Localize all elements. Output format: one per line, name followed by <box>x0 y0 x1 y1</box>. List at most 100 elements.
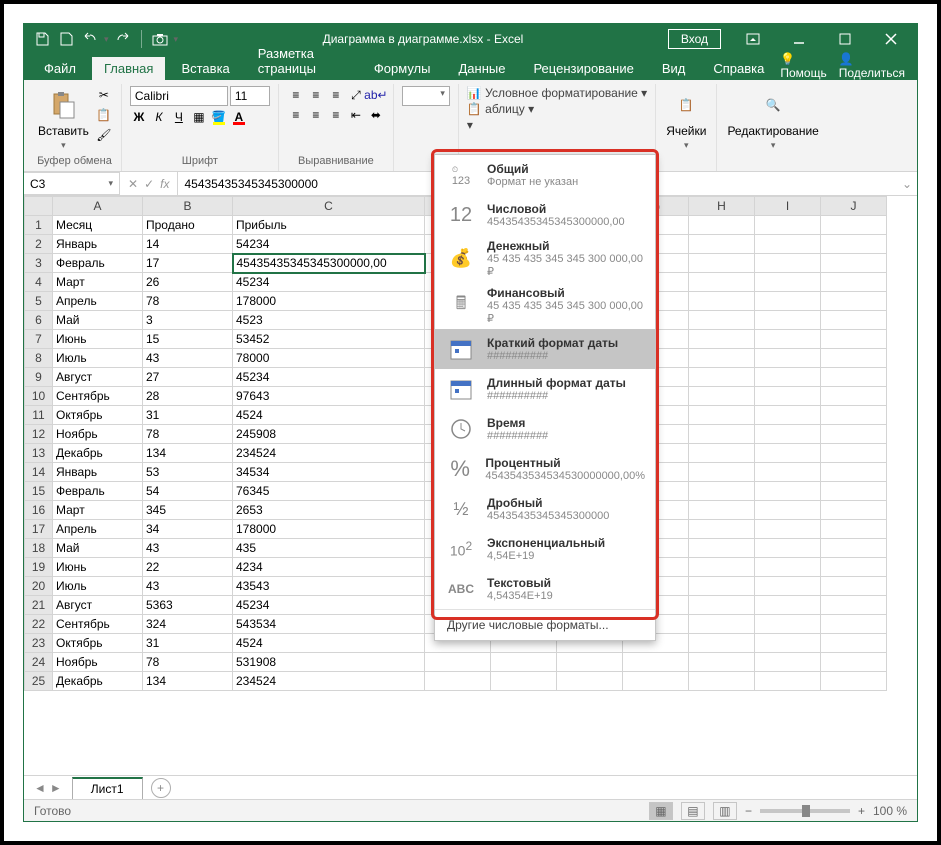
tab-insert[interactable]: Вставка <box>169 57 241 80</box>
wrap-text-icon[interactable]: ab↵ <box>367 86 385 104</box>
tab-pagelayout[interactable]: Разметка страницы <box>246 42 358 80</box>
paste-button[interactable]: Вставить ▾ <box>36 86 91 153</box>
close-icon[interactable] <box>869 24 913 54</box>
row-header[interactable]: 3 <box>25 254 53 273</box>
format-scientific[interactable]: 102Экспоненциальный4,54E+19 <box>435 529 655 569</box>
row-header[interactable]: 5 <box>25 292 53 311</box>
row-header[interactable]: 4 <box>25 273 53 292</box>
row-header[interactable]: 6 <box>25 311 53 330</box>
row-header[interactable]: 16 <box>25 501 53 520</box>
minimize-icon[interactable] <box>777 24 821 54</box>
align-center-icon[interactable]: ≡ <box>307 106 325 124</box>
align-bottom-icon[interactable]: ≡ <box>327 86 345 104</box>
undo-icon[interactable] <box>80 29 100 49</box>
row-header[interactable]: 8 <box>25 349 53 368</box>
tab-data[interactable]: Данные <box>446 57 517 80</box>
col-header[interactable]: I <box>755 197 821 216</box>
font-color-icon[interactable]: А <box>230 108 248 126</box>
conditional-formatting-button[interactable]: 📊 Условное форматирование ▾ <box>467 86 647 100</box>
format-general[interactable]: ⏲123ОбщийФормат не указан <box>435 155 655 195</box>
tab-file[interactable]: Файл <box>32 57 88 80</box>
share-button[interactable]: 👤 Поделиться <box>839 52 905 80</box>
view-normal-icon[interactable]: ▦ <box>649 802 673 820</box>
cells-button[interactable]: 📋 Ячейки▾ <box>664 86 708 153</box>
zoom-in-icon[interactable]: + <box>858 804 865 818</box>
fill-color-icon[interactable]: 🪣 <box>210 108 228 126</box>
format-as-table-button[interactable]: 📋 аблицу ▾ <box>467 102 647 116</box>
merge-icon[interactable]: ⬌ <box>367 106 385 124</box>
row-header[interactable]: 21 <box>25 596 53 615</box>
row-header[interactable]: 22 <box>25 615 53 634</box>
undo-dropdown-icon[interactable]: ▾ <box>104 34 109 45</box>
fx-icon[interactable]: fx <box>160 177 169 191</box>
add-sheet-icon[interactable]: + <box>151 778 171 798</box>
save-icon[interactable] <box>56 29 76 49</box>
row-header[interactable]: 2 <box>25 235 53 254</box>
autosave-icon[interactable] <box>32 29 52 49</box>
view-pagebreak-icon[interactable]: ▥ <box>713 802 737 820</box>
row-header[interactable]: 23 <box>25 634 53 653</box>
col-header[interactable]: A <box>53 197 143 216</box>
format-number[interactable]: 12Числовой45435435345345300000,00 <box>435 195 655 235</box>
format-time[interactable]: Время########## <box>435 409 655 449</box>
row-header[interactable]: 20 <box>25 577 53 596</box>
tab-formulas[interactable]: Формулы <box>362 57 443 80</box>
row-header[interactable]: 17 <box>25 520 53 539</box>
row-header[interactable]: 25 <box>25 672 53 691</box>
cancel-icon[interactable]: ✕ <box>128 177 138 191</box>
enter-icon[interactable]: ✓ <box>144 177 154 191</box>
tab-view[interactable]: Вид <box>650 57 698 80</box>
row-header[interactable]: 15 <box>25 482 53 501</box>
number-format-combo[interactable]: ▾ <box>402 86 450 106</box>
zoom-value[interactable]: 100 % <box>873 804 907 818</box>
border-icon[interactable]: ▦ <box>190 108 208 126</box>
row-header[interactable]: 12 <box>25 425 53 444</box>
italic-icon[interactable]: К <box>150 108 168 126</box>
redo-icon[interactable] <box>113 29 133 49</box>
sheet-tab[interactable]: Лист1 <box>72 777 143 799</box>
format-percent[interactable]: %Процентный4543543534534530000000,00% <box>435 449 655 489</box>
view-pagelayout-icon[interactable]: ▤ <box>681 802 705 820</box>
align-right-icon[interactable]: ≡ <box>327 106 345 124</box>
align-middle-icon[interactable]: ≡ <box>307 86 325 104</box>
col-header[interactable]: B <box>143 197 233 216</box>
orientation-icon[interactable]: ⤢ <box>347 86 365 104</box>
tellme[interactable]: 💡 Помощь <box>780 52 826 80</box>
cell-styles-button[interactable]: ▾ <box>467 118 647 132</box>
font-size-combo[interactable] <box>230 86 270 106</box>
row-header[interactable]: 19 <box>25 558 53 577</box>
col-header[interactable]: J <box>821 197 887 216</box>
row-header[interactable]: 14 <box>25 463 53 482</box>
bold-icon[interactable]: Ж <box>130 108 148 126</box>
row-header[interactable]: 24 <box>25 653 53 672</box>
format-fraction[interactable]: ½Дробный45435435345345300000 <box>435 489 655 529</box>
format-text[interactable]: ABCТекстовый4,54354E+19 <box>435 569 655 609</box>
sheet-next-icon[interactable]: ► <box>50 781 62 795</box>
row-header[interactable]: 7 <box>25 330 53 349</box>
decrease-indent-icon[interactable]: ⇤ <box>347 106 365 124</box>
tab-help[interactable]: Справка <box>701 57 776 80</box>
cut-icon[interactable]: ✂ <box>95 86 113 104</box>
zoom-out-icon[interactable]: − <box>745 804 752 818</box>
more-formats[interactable]: Другие числовые форматы... <box>435 609 655 640</box>
col-header[interactable]: C <box>233 197 425 216</box>
ribbon-options-icon[interactable] <box>731 24 775 54</box>
col-header[interactable]: H <box>689 197 755 216</box>
editing-button[interactable]: 🔍 Редактирование▾ <box>725 86 820 153</box>
align-top-icon[interactable]: ≡ <box>287 86 305 104</box>
font-name-combo[interactable] <box>130 86 228 106</box>
underline-icon[interactable]: Ч <box>170 108 188 126</box>
sheet-prev-icon[interactable]: ◄ <box>34 781 46 795</box>
camera-icon[interactable] <box>150 29 170 49</box>
row-header[interactable]: 11 <box>25 406 53 425</box>
align-left-icon[interactable]: ≡ <box>287 106 305 124</box>
row-header[interactable]: 18 <box>25 539 53 558</box>
row-header[interactable]: 10 <box>25 387 53 406</box>
formula-expand-icon[interactable]: ⌄ <box>897 177 917 191</box>
format-longdate[interactable]: Длинный формат даты########## <box>435 369 655 409</box>
format-currency[interactable]: 💰Денежный45 435 435 345 345 300 000,00 ₽ <box>435 235 655 282</box>
row-header[interactable]: 9 <box>25 368 53 387</box>
login-button[interactable]: Вход <box>668 29 721 49</box>
row-header[interactable]: 1 <box>25 216 53 235</box>
row-header[interactable]: 13 <box>25 444 53 463</box>
